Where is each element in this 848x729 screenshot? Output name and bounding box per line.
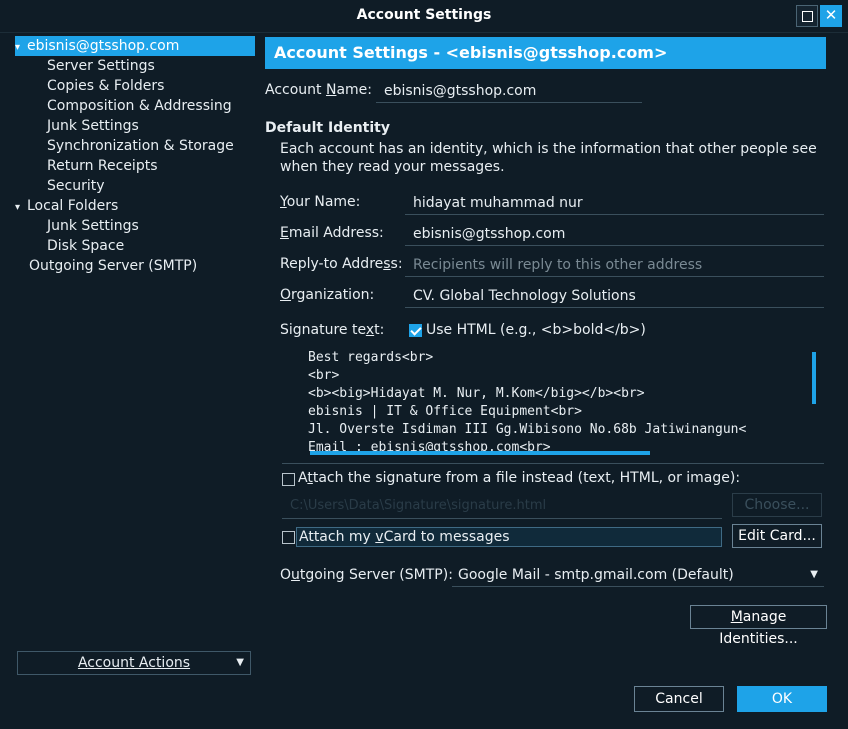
horizontal-scrollbar[interactable] xyxy=(310,451,650,455)
signature-label: Signature text: xyxy=(280,322,385,338)
signature-line: ebisnis | IT & Office Equipment<br> xyxy=(308,404,582,419)
tree-item-disk-space[interactable]: Disk Space xyxy=(47,236,124,256)
your-name-input[interactable]: hidayat muhammad nur xyxy=(405,191,824,215)
window-title: Account Settings xyxy=(356,7,492,23)
reply-to-input[interactable]: Recipients will reply to this other addr… xyxy=(405,253,824,277)
edit-card-button[interactable]: Edit Card... xyxy=(732,524,822,548)
title-bar: Account Settings ✕ xyxy=(0,0,848,33)
tree-item-local-junk-settings[interactable]: Junk Settings xyxy=(47,216,139,236)
signature-line: <b><big>Hidayat M. Nur, M.Kom</big></b><… xyxy=(308,386,645,401)
reply-to-label: Reply-to Address: xyxy=(280,256,403,272)
default-identity-title: Default Identity xyxy=(265,120,390,136)
expand-arrow-icon[interactable]: ▾ xyxy=(15,198,27,218)
outgoing-server-value: Google Mail - smtp.gmail.com (Default) xyxy=(458,567,734,583)
default-identity-description: Each account has an identity, which is t… xyxy=(280,141,817,175)
chevron-down-icon: ▼ xyxy=(810,569,818,580)
signature-file-path-input: C:\Users\Data\Signature\signature.html xyxy=(282,493,722,519)
chevron-down-icon: ▼ xyxy=(236,657,244,668)
tree-item-sync-storage[interactable]: Synchronization & Storage xyxy=(47,136,234,156)
email-label: Email Address: xyxy=(280,225,384,241)
organization-label: Organization: xyxy=(280,287,375,303)
maximize-icon xyxy=(801,11,813,22)
choose-file-button: Choose... xyxy=(732,493,822,517)
maximize-button[interactable] xyxy=(796,5,818,27)
attach-signature-file-checkbox[interactable] xyxy=(282,473,295,486)
tree-item-server-settings[interactable]: Server Settings xyxy=(47,56,155,76)
outgoing-server-select[interactable]: Google Mail - smtp.gmail.com (Default) ▼ xyxy=(452,563,824,587)
close-button[interactable]: ✕ xyxy=(820,5,842,27)
account-name-label: Account Name: xyxy=(265,82,373,98)
tree-item-copies-folders[interactable]: Copies & Folders xyxy=(47,76,164,96)
signature-line: Jl. Overste Isdiman III Gg.Wibisono No.6… xyxy=(308,422,747,437)
account-actions-button[interactable]: Account Actions ▼ xyxy=(17,651,251,675)
tree-item-junk-settings[interactable]: Junk Settings xyxy=(47,116,139,136)
tree-item-composition[interactable]: Composition & Addressing xyxy=(47,96,232,116)
ok-button[interactable]: OK xyxy=(737,686,827,712)
account-actions-label: Account Actions xyxy=(77,655,191,671)
tree-item-label: ebisnis@gtsshop.com xyxy=(27,38,180,54)
attach-vcard-checkbox[interactable] xyxy=(282,531,295,544)
tree-item-account[interactable]: ▾ ebisnis@gtsshop.com xyxy=(15,36,255,56)
manage-identities-button[interactable]: Manage Identities... xyxy=(690,605,827,647)
use-html-checkbox[interactable] xyxy=(409,324,422,337)
signature-textarea[interactable]: Best regards<br> <br> <b><big>Hidayat M.… xyxy=(282,346,824,464)
signature-line: Best regards<br> xyxy=(308,350,434,365)
your-name-label: Your Name: xyxy=(280,194,361,210)
account-tree: ▾ ebisnis@gtsshop.com Server Settings Cop… xyxy=(15,36,255,636)
expand-arrow-icon[interactable]: ▾ xyxy=(15,38,27,58)
organization-input[interactable]: CV. Global Technology Solutions xyxy=(405,284,824,308)
tree-item-return-receipts[interactable]: Return Receipts xyxy=(47,156,158,176)
outgoing-server-label: Outgoing Server (SMTP): xyxy=(280,567,453,583)
cancel-button[interactable]: Cancel xyxy=(634,686,724,712)
tree-item-local-folders[interactable]: ▾ Local Folders xyxy=(15,196,118,216)
email-input[interactable]: ebisnis@gtsshop.com xyxy=(405,222,824,246)
attach-signature-file-label[interactable]: Attach the signature from a file instead… xyxy=(298,470,740,486)
attach-vcard-label[interactable]: Attach my vCard to messages xyxy=(296,527,722,547)
tree-item-security[interactable]: Security xyxy=(47,176,105,196)
signature-line: <br> xyxy=(308,368,340,383)
panel-header: Account Settings - <ebisnis@gtsshop.com> xyxy=(265,37,826,69)
tree-item-label: Local Folders xyxy=(27,198,119,214)
use-html-label[interactable]: Use HTML (e.g., <b>bold</b>) xyxy=(426,322,646,338)
tree-item-outgoing-server[interactable]: Outgoing Server (SMTP) xyxy=(29,256,197,276)
close-icon: ✕ xyxy=(824,6,838,24)
account-name-input[interactable]: ebisnis@gtsshop.com xyxy=(376,79,642,103)
vertical-scrollbar[interactable] xyxy=(812,352,816,404)
